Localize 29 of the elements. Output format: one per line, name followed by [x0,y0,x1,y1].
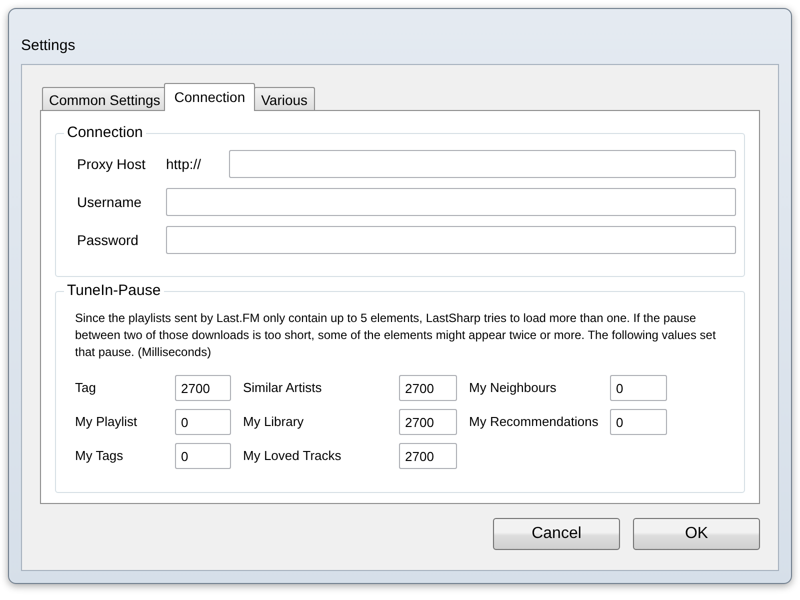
input-field[interactable] [166,226,736,254]
tab[interactable]: Various [254,87,315,111]
field-label: Password [77,230,140,250]
field-label: My Library [242,413,305,432]
input-field[interactable]: 2700 [399,409,457,435]
dialog-button[interactable]: OK [633,518,760,550]
field-label: My Playlist [75,413,138,432]
field-label: My Recommendations [468,413,600,432]
input-field[interactable]: 0 [610,409,667,435]
field-label: Proxy Host [77,154,146,174]
field-label: My Tags [75,447,124,466]
input-field[interactable]: 0 [610,375,667,401]
field-label: My Loved Tracks [242,447,342,466]
input-field[interactable]: 2700 [175,375,231,401]
field-label: Username [77,192,143,212]
description-text: Since the playlists sent by Last.FM only contain up to 5 elements, LastSharp tries to load more than one. If the pause between two of those downloads is too short, some of the elements might appear twice or more. The following values set that pause. (Milliseconds) [75,310,717,361]
input-field[interactable] [166,188,736,216]
field-label: My Neighbours [468,379,558,398]
prefix-label: http:// [166,154,202,174]
field-label: Similar Artists [242,379,323,398]
field-label: Tag [75,379,97,398]
input-field[interactable] [229,150,736,178]
input-field[interactable]: 0 [175,409,231,435]
input-field[interactable]: 0 [175,443,231,469]
window-title: Settings [21,37,76,54]
dialog-button[interactable]: Cancel [493,518,620,550]
input-field[interactable]: 2700 [399,375,457,401]
tab[interactable]: Connection [164,83,256,111]
input-field[interactable]: 2700 [399,443,457,469]
